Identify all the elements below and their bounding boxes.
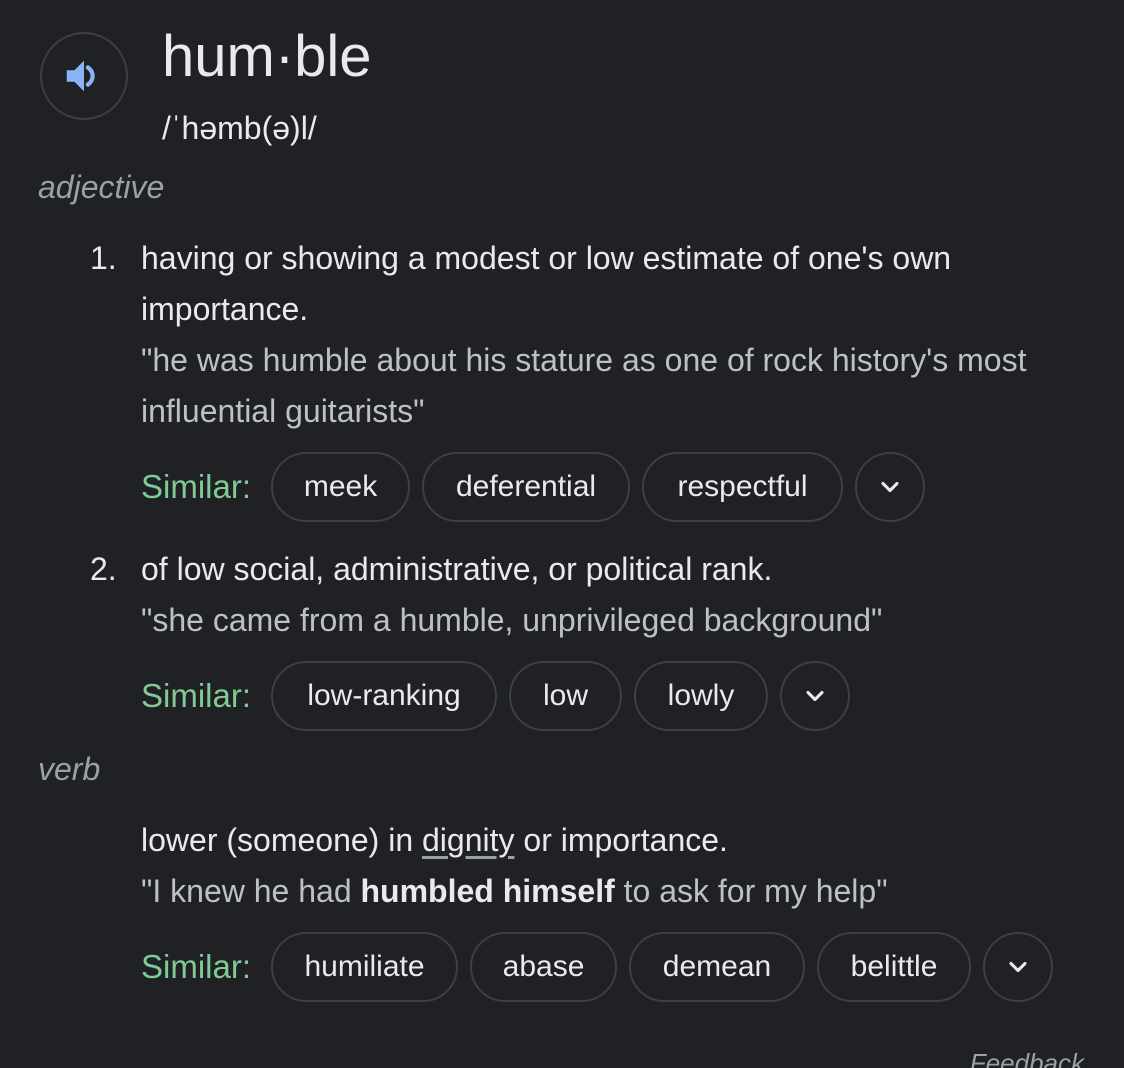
pronunciation-button[interactable] — [40, 32, 128, 120]
feedback-link[interactable]: Feedback — [970, 1046, 1084, 1068]
example-sentence: "she came from a humble, unprivileged ba… — [141, 602, 883, 638]
similar-chip-meek[interactable]: meek — [271, 452, 411, 522]
sense-2: of low social, administrative, or politi… — [141, 544, 1091, 646]
similar-chip-low-ranking[interactable]: low-ranking — [271, 661, 498, 731]
similar-chip-deferential[interactable]: deferential — [422, 452, 631, 522]
expand-similar-button[interactable] — [983, 932, 1054, 1002]
example-highlight: humbled himself — [360, 873, 615, 909]
example-text: to ask for my help" — [614, 873, 888, 909]
definition-text: or importance. — [514, 822, 728, 858]
similar-chip-abase[interactable]: abase — [470, 932, 618, 1002]
similar-chip-demean[interactable]: demean — [629, 932, 806, 1002]
chevron-down-icon — [881, 481, 899, 493]
definition: lower (someone) in dignity or importance… — [141, 815, 1091, 866]
similar-chip-low[interactable]: low — [509, 661, 623, 731]
similar-label: Similar: — [141, 677, 252, 714]
sense-number: 2. — [90, 551, 117, 587]
sense-number: 1. — [90, 240, 117, 276]
definition: having or showing a modest or low estima… — [141, 240, 952, 327]
phonetic-spelling: /ˈhəmb(ə)l/ — [162, 110, 317, 146]
similar-chip-belittle[interactable]: belittle — [817, 932, 972, 1002]
similar-chip-respectful[interactable]: respectful — [642, 452, 844, 522]
sense-1: having or showing a modest or low estima… — [141, 233, 1091, 437]
example-text: "I knew he had — [141, 873, 361, 909]
part-of-speech-verb: verb — [38, 751, 101, 787]
chevron-down-icon — [1009, 961, 1027, 973]
similar-label: Similar: — [141, 468, 252, 505]
example-sentence: "he was humble about his stature as one … — [141, 342, 1027, 429]
similar-chip-humiliate[interactable]: humiliate — [271, 932, 459, 1002]
similar-label: Similar: — [141, 948, 252, 985]
similar-words-row: Similar: humiliate abase demean belittle — [141, 931, 1054, 1003]
definition: of low social, administrative, or politi… — [141, 551, 773, 587]
speaker-icon — [66, 60, 95, 92]
similar-words-row: Similar: meek deferential respectful — [141, 451, 926, 523]
headword: hum·ble — [162, 24, 372, 89]
part-of-speech-adjective: adjective — [38, 169, 165, 205]
dignity-link[interactable]: dignity — [422, 822, 515, 858]
example-sentence: "I knew he had humbled himself to ask fo… — [141, 866, 1091, 917]
chevron-down-icon — [806, 690, 824, 702]
verb-sense: lower (someone) in dignity or importance… — [141, 815, 1091, 917]
dictionary-card: hum·ble /ˈhəmb(ə)l/ adjective 1. having … — [0, 0, 1124, 1068]
definition-text: lower (someone) in — [141, 822, 422, 858]
expand-similar-button[interactable] — [855, 452, 926, 522]
expand-similar-button[interactable] — [780, 661, 851, 731]
similar-words-row: Similar: low-ranking low lowly — [141, 660, 851, 732]
similar-chip-lowly[interactable]: lowly — [634, 661, 769, 731]
